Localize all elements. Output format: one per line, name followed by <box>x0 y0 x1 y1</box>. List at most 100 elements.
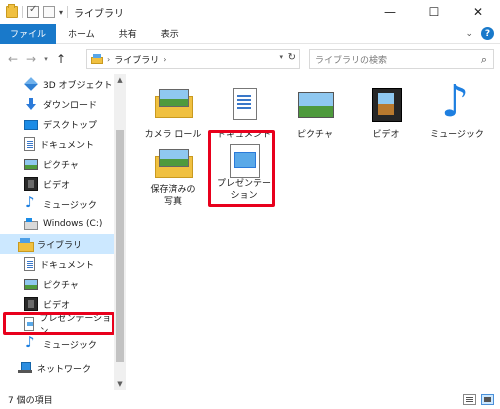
help-icon[interactable]: ? <box>481 27 494 40</box>
library-tile-music[interactable]: ミュージック <box>422 76 492 148</box>
sidebar-item-label: デスクトップ <box>43 120 98 131</box>
sidebar-item-label: ミュージック <box>43 340 97 351</box>
address-dropdown-icon[interactable]: ▾ <box>279 53 283 61</box>
scrollbar-thumb[interactable] <box>116 130 124 362</box>
document-icon <box>24 257 35 271</box>
address-bar[interactable]: › ライブラリ › ▾ ↻ <box>86 49 300 69</box>
scroll-up-arrow-icon[interactable]: ▲ <box>114 74 126 86</box>
tile-label: カメラ ロール <box>144 130 202 140</box>
camera-roll-icon <box>153 86 193 126</box>
sidebar-item-3d-objects[interactable]: 3D オブジェクト <box>0 74 114 94</box>
sidebar-item-libraries[interactable]: ライブラリ <box>0 234 114 254</box>
sidebar-item-pictures[interactable]: ピクチャ <box>0 154 114 174</box>
annotation-highlight-box <box>3 312 115 335</box>
tab-share[interactable]: 共有 <box>107 24 149 44</box>
up-arrow-icon[interactable]: ↑ <box>52 48 70 70</box>
library-icon <box>91 54 103 64</box>
library-tile-videos[interactable]: ビデオ <box>351 82 421 148</box>
library-tile-camera-roll[interactable]: カメラ ロール <box>138 82 208 148</box>
sidebar-item-library-music[interactable]: ミュージック <box>0 333 114 354</box>
sidebar-item-music[interactable]: ミュージック <box>0 193 114 214</box>
window-controls: — ☐ ✕ <box>368 0 500 24</box>
sidebar-item-label: ドキュメント <box>40 140 95 151</box>
search-input[interactable]: ライブラリの検索 ⌕ <box>309 49 494 69</box>
library-tile-pictures[interactable]: ピクチャ <box>280 82 350 148</box>
sidebar-item-downloads[interactable]: ダウンロード <box>0 94 114 114</box>
ribbon-tabs: ファイル ホーム 共有 表示 ⌄ ? <box>0 23 500 44</box>
network-icon <box>18 361 32 375</box>
recent-locations-dropdown-icon[interactable]: ▾ <box>40 48 52 70</box>
large-icons-view-icon[interactable] <box>481 394 494 405</box>
navigation-bar: ← → ▾ ↑ › ライブラリ › ▾ ↻ ライブラリの検索 ⌕ <box>0 44 500 74</box>
window-title: ライブラリ <box>74 8 125 20</box>
navigation-pane: 3D オブジェクト ダウンロード デスクトップ ドキュメント ピクチャ ビデオ … <box>0 74 126 390</box>
folder-icon[interactable] <box>6 4 18 18</box>
customize-toolbar-dropdown-icon[interactable]: ▾ <box>59 8 63 17</box>
tile-label: ビデオ <box>372 130 400 140</box>
sidebar-item-library-pictures[interactable]: ピクチャ <box>0 274 114 294</box>
sidebar-item-label: ビデオ <box>43 180 71 191</box>
annotation-highlight-box <box>208 130 275 207</box>
library-tile-saved-pictures[interactable]: 保存済みの 写真 <box>138 142 208 208</box>
tile-label: ミュージック <box>430 130 484 140</box>
sidebar-item-label: ミュージック <box>43 200 97 211</box>
breadcrumb-separator[interactable]: › <box>107 55 110 64</box>
refresh-icon[interactable]: ↻ <box>288 52 296 63</box>
tile-label: 保存済みの 写真 <box>150 185 196 207</box>
picture-icon <box>24 278 38 290</box>
back-arrow-icon[interactable]: ← <box>4 48 22 70</box>
status-bar: 7 個の項目 <box>0 390 500 409</box>
cube-3d-icon <box>24 77 38 91</box>
sidebar-item-library-documents[interactable]: ドキュメント <box>0 254 114 274</box>
videos-library-icon <box>366 86 406 126</box>
sidebar-item-label: ピクチャ <box>43 160 79 171</box>
sidebar-item-label: ビデオ <box>43 300 71 311</box>
music-note-icon <box>24 193 38 211</box>
details-view-icon[interactable] <box>463 394 476 405</box>
download-arrow-icon <box>24 97 38 111</box>
properties-icon[interactable] <box>27 4 39 18</box>
sidebar-item-windows-c[interactable]: Windows (C:) <box>0 214 114 234</box>
toolbar-divider <box>22 6 23 18</box>
tab-file[interactable]: ファイル <box>0 23 57 44</box>
sidebar-item-label: 3D オブジェクト <box>43 80 113 91</box>
sidebar-item-network[interactable]: ネットワーク <box>0 358 114 378</box>
library-icon <box>18 237 34 252</box>
expand-ribbon-chevron-icon[interactable]: ⌄ <box>465 29 473 39</box>
picture-icon <box>24 158 38 170</box>
video-icon <box>24 177 38 191</box>
file-list-pane: カメラ ロール ドキュメント ピクチャ ビデオ ミュージック 保存済みの写真 プ… <box>126 74 500 390</box>
documents-library-icon <box>224 86 264 126</box>
search-icon: ⌕ <box>480 53 487 66</box>
quick-access-toolbar: ▾ <box>0 0 69 24</box>
close-button[interactable]: ✕ <box>456 0 500 24</box>
sidebar-item-videos[interactable]: ビデオ <box>0 174 114 194</box>
sidebar-item-documents[interactable]: ドキュメント <box>0 134 114 154</box>
minimize-button[interactable]: — <box>368 0 412 24</box>
desktop-icon <box>24 119 38 130</box>
tab-view[interactable]: 表示 <box>149 24 191 44</box>
sidebar-item-label: ドキュメント <box>40 260 95 271</box>
tile-label: ピクチャ <box>297 130 333 140</box>
tab-home[interactable]: ホーム <box>56 24 107 44</box>
music-library-icon <box>437 76 477 127</box>
search-placeholder: ライブラリの検索 <box>315 55 388 66</box>
sidebar-scrollbar[interactable]: ▲ ▼ <box>114 74 126 390</box>
forward-arrow-icon[interactable]: → <box>22 48 40 70</box>
title-bar: ▾ ライブラリ — ☐ ✕ <box>0 0 500 24</box>
item-count: 7 個の項目 <box>8 396 53 406</box>
sidebar-item-label: ライブラリ <box>37 240 83 251</box>
breadcrumb-library[interactable]: ライブラリ <box>114 53 159 66</box>
drive-icon <box>24 218 38 230</box>
maximize-button[interactable]: ☐ <box>412 0 456 24</box>
sidebar-item-desktop[interactable]: デスクトップ <box>0 114 114 134</box>
saved-pictures-icon <box>153 146 193 181</box>
new-folder-icon[interactable] <box>43 6 55 18</box>
view-switcher <box>463 394 494 405</box>
sidebar-item-label: ネットワーク <box>37 364 92 375</box>
scroll-down-arrow-icon[interactable]: ▼ <box>114 378 126 390</box>
video-icon <box>24 297 38 311</box>
ribbon-right-controls: ⌄ ? <box>465 27 494 40</box>
sidebar-item-label: Windows (C:) <box>43 219 103 229</box>
breadcrumb-separator[interactable]: › <box>163 55 166 64</box>
